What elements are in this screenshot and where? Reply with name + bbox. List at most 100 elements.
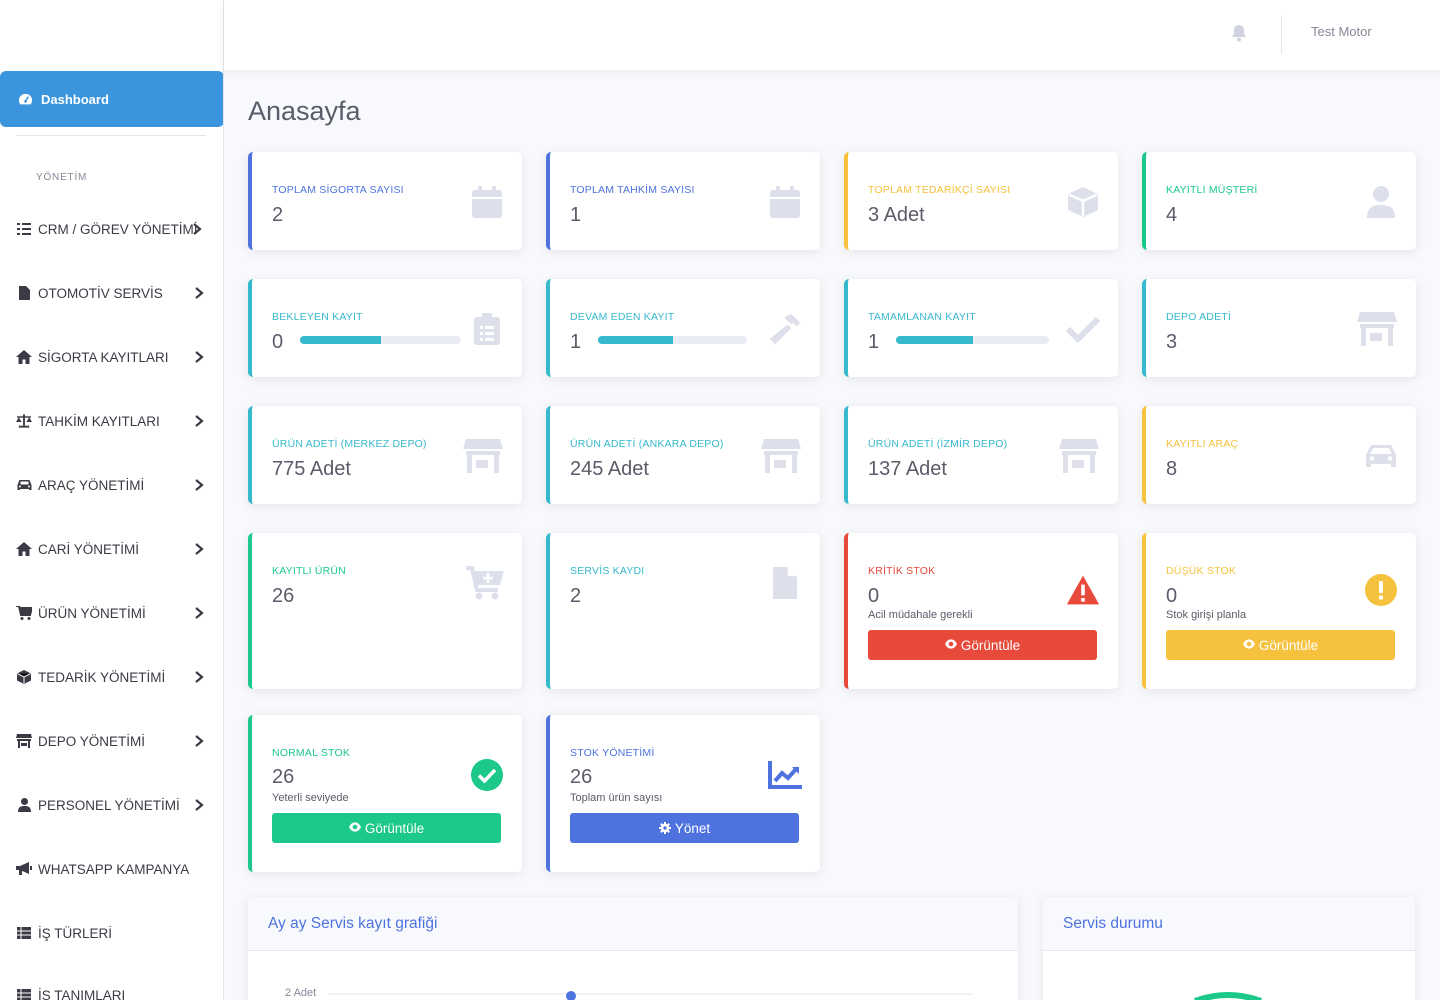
card-servis-kaydi: SERVİS KAYDI 2 xyxy=(546,533,820,689)
warehouse-icon xyxy=(16,733,32,749)
card-title: DÜŞÜK STOK xyxy=(1166,565,1237,577)
sidebar-divider xyxy=(16,135,206,136)
sidebar-item-is-turleri[interactable]: İŞ TÜRLERİ xyxy=(0,913,223,953)
car-icon xyxy=(1364,439,1398,473)
chart-axis-label: 2 Adet xyxy=(285,987,317,999)
sidebar-item-otomotiv[interactable]: OTOMOTİV SERVİS xyxy=(0,273,223,313)
sidebar-item-label: TEDARİK YÖNETİMİ xyxy=(38,669,166,685)
card-toplam-sigorta: TOPLAM SİGORTA SAYISI 2 xyxy=(248,152,522,250)
card-title: KAYITLI ARAÇ xyxy=(1166,438,1239,450)
sidebar-item-label: OTOMOTİV SERVİS xyxy=(38,285,163,301)
user-icon xyxy=(16,797,32,813)
card-value: 3 xyxy=(1166,331,1178,353)
card-tamamlanan-kayit: TAMAMLANAN KAYIT 1 xyxy=(844,279,1118,377)
sidebar-item-whatsapp[interactable]: WHATSAPP KAMPANYA xyxy=(0,849,223,889)
check-icon xyxy=(1066,312,1100,346)
card-kritik-stok: KRİTİK STOK 0 Acil müdahale gerekli Görü… xyxy=(844,533,1118,689)
chevron-right-icon xyxy=(195,543,204,555)
warehouse-icon xyxy=(1356,312,1398,346)
cart-plus-icon xyxy=(466,566,504,600)
card-title: TAMAMLANAN KAYIT xyxy=(868,311,976,323)
card-title: KRİTİK STOK xyxy=(868,565,936,577)
card-subtitle: Acil müdahale gerekli xyxy=(868,609,973,621)
card-title: SERVİS KAYDI xyxy=(570,565,645,577)
chevron-right-icon xyxy=(195,799,204,811)
sidebar-item-is-tanimlari[interactable]: İŞ TANIMLARI xyxy=(0,975,223,1000)
box-icon xyxy=(16,669,32,685)
check-circle-icon xyxy=(470,758,504,792)
card-kayitli-arac: KAYITLI ARAÇ 8 xyxy=(1142,406,1416,504)
card-title: KAYITLI ÜRÜN xyxy=(272,565,346,577)
bullhorn-icon xyxy=(16,861,32,877)
progress-bar xyxy=(598,336,747,344)
card-subtitle: Yeterli seviyede xyxy=(272,792,349,804)
panel-title: Ay ay Servis kayıt grafiği xyxy=(248,897,1018,951)
sidebar-heading: YÖNETİM xyxy=(36,172,88,183)
table-icon xyxy=(16,925,32,941)
progress-fill xyxy=(598,336,673,344)
card-devam-eden-kayit: DEVAM EDEN KAYIT 1 xyxy=(546,279,820,377)
dusuk-stok-view-button[interactable]: Görüntüle xyxy=(1166,630,1395,660)
tasks-icon xyxy=(16,221,32,237)
card-kayitli-urun: KAYITLI ÜRÜN 26 xyxy=(248,533,522,689)
sidebar-item-crm[interactable]: CRM / GÖREV YÖNETİMİ xyxy=(0,209,223,249)
stok-yonetimi-manage-button[interactable]: Yönet xyxy=(570,813,799,843)
sidebar-item-tedarik[interactable]: TEDARİK YÖNETİMİ xyxy=(0,657,223,697)
card-title: TOPLAM SİGORTA SAYISI xyxy=(272,184,404,196)
card-title: DEPO ADETİ xyxy=(1166,311,1232,323)
progress-bar xyxy=(896,336,1049,344)
service-chart-panel: Ay ay Servis kayıt grafiği 2 Adet xyxy=(248,897,1018,1000)
progress-fill xyxy=(896,336,973,344)
kritik-stok-view-button[interactable]: Görüntüle xyxy=(868,630,1097,660)
card-value: 4 xyxy=(1166,204,1178,226)
sidebar-item-label: SİGORTA KAYITLARI xyxy=(38,349,169,365)
card-toplam-tahkim: TOPLAM TAHKİM SAYISI 1 xyxy=(546,152,820,250)
sidebar-item-dashboard[interactable]: Dashboard xyxy=(0,71,223,127)
card-value: 0 xyxy=(1166,585,1178,607)
home-icon xyxy=(16,541,32,557)
sidebar-item-depo[interactable]: DEPO YÖNETİMİ xyxy=(0,721,223,761)
page-title: Anasayfa xyxy=(248,96,361,126)
clipboard-list-icon xyxy=(470,312,504,346)
card-urun-merkez: ÜRÜN ADETİ (MERKEZ DEPO) 775 Adet xyxy=(248,406,522,504)
service-status-panel: Servis durumu xyxy=(1043,897,1415,1000)
card-urun-izmir: ÜRÜN ADETİ (İZMİR DEPO) 137 Adet xyxy=(844,406,1118,504)
chevron-right-icon xyxy=(195,287,204,299)
chart-point xyxy=(566,991,576,1000)
sidebar-item-arac[interactable]: ARAÇ YÖNETİMİ xyxy=(0,465,223,505)
calendar-icon xyxy=(470,185,504,219)
sidebar-item-sigorta[interactable]: SİGORTA KAYITLARI xyxy=(0,337,223,377)
sidebar-item-label: ÜRÜN YÖNETİMİ xyxy=(38,605,146,621)
sidebar-item-tahkim[interactable]: TAHKİM KAYITLARI xyxy=(0,401,223,441)
topbar-divider xyxy=(1281,15,1282,54)
sidebar-item-label: İŞ TÜRLERİ xyxy=(38,925,113,941)
sidebar-item-cari[interactable]: CARİ YÖNETİMİ xyxy=(0,529,223,569)
doughnut-segment xyxy=(1193,992,1263,1000)
user-name[interactable]: Test Motor xyxy=(1311,24,1372,39)
sidebar-item-label: DEPO YÖNETİMİ xyxy=(38,733,146,749)
warehouse-icon xyxy=(760,439,802,473)
card-value: 26 xyxy=(272,766,295,788)
card-title: ÜRÜN ADETİ (MERKEZ DEPO) xyxy=(272,438,427,450)
button-label: Görüntüle xyxy=(364,820,425,836)
sidebar-item-personel[interactable]: PERSONEL YÖNETİMİ xyxy=(0,785,223,825)
chart-line-icon xyxy=(768,758,802,792)
car-icon xyxy=(16,477,32,493)
card-title: KAYITLI MÜŞTERİ xyxy=(1166,184,1258,196)
card-title: TOPLAM TAHKİM SAYISI xyxy=(570,184,695,196)
cog-icon xyxy=(658,822,671,834)
button-label: Yönet xyxy=(674,820,711,836)
sidebar-item-label: İŞ TANIMLARI xyxy=(38,987,126,1000)
sidebar: Dashboard YÖNETİM CRM / GÖREV YÖNETİMİ O… xyxy=(0,0,224,1000)
card-subtitle: Stok girişi planla xyxy=(1166,609,1247,621)
card-value: 0 xyxy=(868,585,880,607)
doughnut-chart xyxy=(1193,992,1263,1000)
card-value: 0 xyxy=(272,331,284,353)
bell-icon[interactable] xyxy=(1230,24,1248,42)
topbar: Test Motor xyxy=(224,0,1440,70)
chevron-right-icon xyxy=(195,671,204,683)
sidebar-item-urun[interactable]: ÜRÜN YÖNETİMİ xyxy=(0,593,223,633)
button-label: Görüntüle xyxy=(1258,637,1319,653)
normal-stok-view-button[interactable]: Görüntüle xyxy=(272,813,501,843)
sidebar-item-label: PERSONEL YÖNETİMİ xyxy=(38,797,180,813)
